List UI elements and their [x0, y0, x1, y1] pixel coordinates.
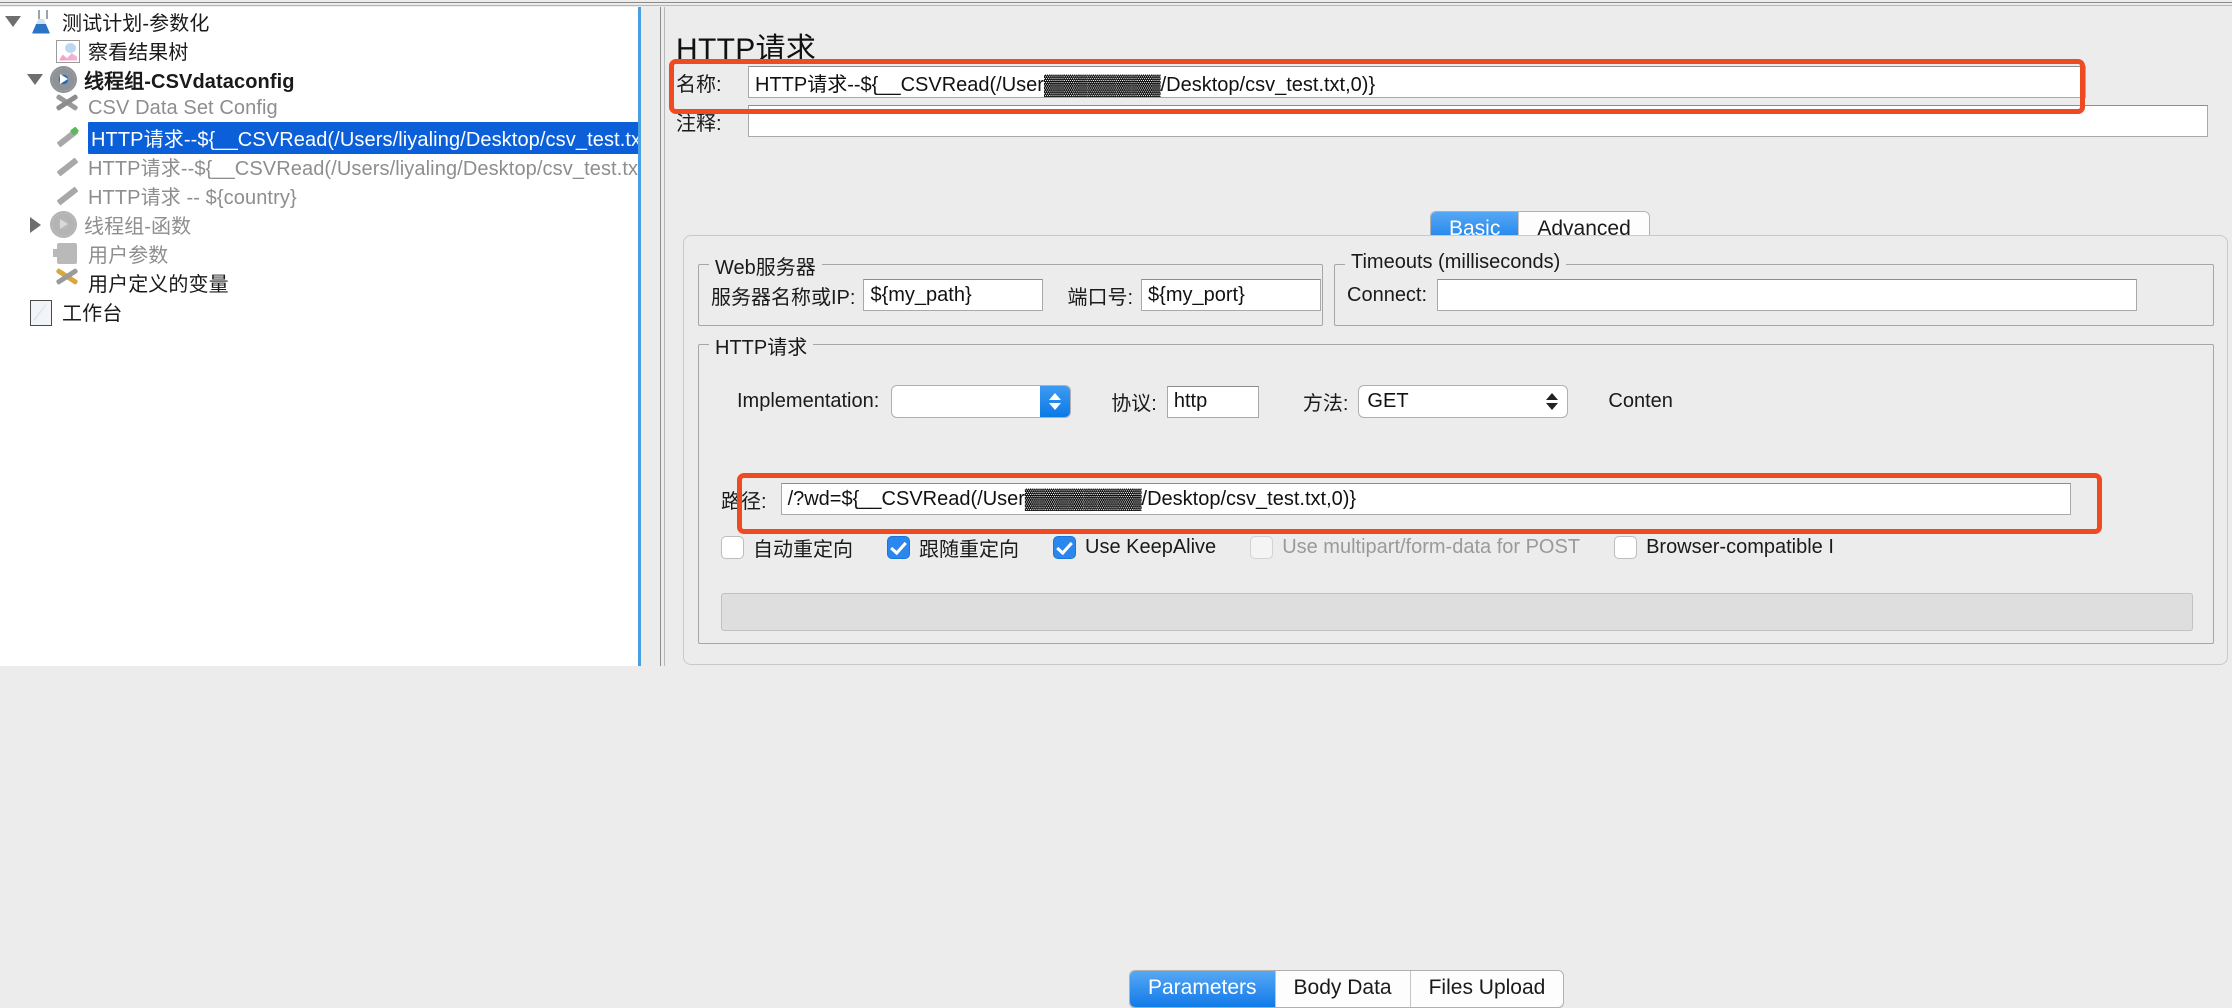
tree-item-label: 线程组-函数 — [84, 216, 192, 238]
basic-tab-content: Web服务器 服务器名称或IP: ${my_path} 端口号: ${my_po… — [683, 235, 2228, 1008]
view-results-tree-icon — [52, 38, 82, 64]
tabs-parameters-body-files[interactable]: Parameters Body Data Files Upload — [1129, 970, 1565, 1008]
method-value: GET — [1367, 390, 1409, 412]
workbench-icon — [26, 299, 56, 326]
config-element-icon — [52, 96, 82, 122]
tree-item-user-defined-variables[interactable]: 用户定义的变量 — [0, 268, 638, 297]
implementation-select[interactable] — [891, 385, 1072, 418]
web-server-group: Web服务器 服务器名称或IP: ${my_path} 端口号: ${my_po… — [698, 251, 1323, 326]
tree-item-label: HTTP请求--${__CSVRead(/Users/liyaling/Desk… — [88, 121, 638, 154]
checkbox-auto-redirect[interactable] — [721, 536, 744, 559]
comment-input[interactable] — [748, 105, 2208, 137]
tree-item-label: 用户参数 — [88, 245, 169, 267]
http-request-editor: HTTP请求 名称: HTTP请求--${__CSVRead(/User▓▓▓▓… — [660, 7, 2232, 1008]
http-sampler-icon — [52, 154, 82, 180]
name-input[interactable]: HTTP请求--${__CSVRead(/User▓▓▓▓▓▓▓▓/Deskto… — [748, 66, 2086, 98]
port-label: 端口号: — [1067, 286, 1134, 309]
comment-field-row: 注释: — [676, 104, 2216, 138]
tree-item-workbench[interactable]: 工作台 — [0, 297, 638, 326]
protocol-label: 协议: — [1111, 393, 1157, 415]
tree-item-label: 察看结果树 — [88, 42, 189, 64]
http-sampler-icon — [52, 125, 82, 151]
path-row: 路径: /?wd=${__CSVRead(/User▓▓▓▓▓▓▓▓/Deskt… — [721, 483, 2071, 515]
tree-item-view-results-tree[interactable]: 察看结果树 — [0, 36, 638, 65]
user-parameters-icon — [52, 241, 82, 267]
tree-item-label: HTTP请求 -- ${country} — [88, 187, 297, 209]
name-label: 名称: — [676, 73, 722, 96]
window-chrome-strip — [0, 0, 2232, 7]
timeouts-fields: Connect: — [1347, 279, 2138, 311]
tree-item-label: 线程组-CSVdataconfig — [84, 71, 295, 93]
port-input[interactable]: ${my_port} — [1141, 279, 1322, 311]
chevron-right-icon[interactable] — [22, 210, 48, 239]
chrome-divider-1 — [0, 2, 2232, 3]
tab-body-data[interactable]: Body Data — [1275, 971, 1411, 1007]
server-name-input[interactable]: ${my_path} — [863, 279, 1044, 311]
tree-item-label: HTTP请求--${__CSVRead(/Users/liyaling/Desk… — [88, 158, 641, 180]
checkbox-browser-compatible[interactable] — [1614, 536, 1638, 559]
tree-item-label: 测试计划-参数化 — [62, 13, 210, 35]
path-label: 路径: — [721, 490, 767, 513]
parameters-table-header[interactable] — [721, 593, 2193, 631]
checkbox-label-browser-compatible: Browser-compatible I — [1646, 536, 1834, 558]
http-options-row: Implementation: 协议: http 方法: GET Conten — [737, 385, 1673, 418]
server-name-label: 服务器名称或IP: — [711, 286, 856, 309]
tree-item-test-plan[interactable]: 测试计划-参数化 — [0, 7, 638, 36]
web-server-fields: 服务器名称或IP: ${my_path} 端口号: ${my_port} — [711, 279, 1322, 311]
tree-item-label: 工作台 — [62, 303, 123, 325]
stepper-icon[interactable] — [1537, 386, 1567, 417]
checkbox-label-follow-redirect: 跟随重定向 — [919, 539, 1019, 561]
tree-item-csv-data-set-config[interactable]: CSV Data Set Config — [0, 94, 638, 123]
flask-icon — [26, 9, 56, 35]
checkbox-label-use-multipart: Use multipart/form-data for POST — [1282, 536, 1581, 558]
tree-item-user-parameters[interactable]: 用户参数 — [0, 239, 638, 268]
http-sampler-icon — [52, 183, 82, 209]
timeouts-group: Timeouts (milliseconds) Connect: — [1334, 251, 2214, 326]
test-plan-tree[interactable]: 测试计划-参数化 察看结果树 线程组-CSVdataconfig CSV Dat… — [0, 7, 641, 666]
tab-parameters[interactable]: Parameters — [1130, 971, 1276, 1007]
checkbox-follow-redirect[interactable] — [887, 536, 910, 559]
http-request-group: HTTP请求 Implementation: 协议: http 方法: GET — [698, 331, 2214, 1008]
chrome-divider-2 — [0, 5, 2232, 6]
checkbox-label-use-keepalive: Use KeepAlive — [1085, 536, 1217, 558]
content-encoding-label: Conten — [1608, 390, 1673, 412]
tree-item-thread-group-csvdataconfig[interactable]: 线程组-CSVdataconfig — [0, 65, 638, 94]
tree-item-label: 用户定义的变量 — [88, 274, 229, 296]
path-input[interactable]: /?wd=${__CSVRead(/User▓▓▓▓▓▓▓▓/Desktop/c… — [780, 483, 2071, 515]
thread-group-icon — [48, 67, 78, 93]
tree-item-http-request-selected[interactable]: HTTP请求--${__CSVRead(/Users/liyaling/Desk… — [0, 121, 638, 154]
name-field-row: 名称: HTTP请求--${__CSVRead(/User▓▓▓▓▓▓▓▓/De… — [676, 65, 2216, 99]
thread-group-icon — [48, 212, 78, 238]
user-defined-variables-icon — [52, 270, 82, 296]
tree-item-http-request-2[interactable]: HTTP请求--${__CSVRead(/Users/liyaling/Desk… — [0, 152, 638, 181]
implementation-label: Implementation: — [737, 390, 880, 412]
protocol-input[interactable]: http — [1166, 385, 1259, 418]
checkbox-use-keepalive[interactable] — [1053, 536, 1076, 559]
web-server-group-title: Web服务器 — [709, 251, 822, 280]
chevron-down-icon[interactable] — [0, 7, 26, 36]
http-request-group-title: HTTP请求 — [709, 331, 814, 360]
checkbox-label-auto-redirect: 自动重定向 — [753, 539, 853, 561]
tree-item-label: CSV Data Set Config — [88, 97, 278, 119]
tab-files-upload[interactable]: Files Upload — [1410, 971, 1564, 1007]
checkbox-use-multipart[interactable] — [1250, 536, 1274, 559]
timeouts-group-title: Timeouts (milliseconds) — [1345, 251, 1567, 274]
http-options-checkbox-row: 自动重定向 跟随重定向 Use KeepAlive Use multipart/… — [721, 533, 1868, 562]
page-title: HTTP请求 — [676, 33, 817, 66]
chevron-down-icon[interactable] — [22, 65, 48, 94]
editor-surface: HTTP请求 名称: HTTP请求--${__CSVRead(/User▓▓▓▓… — [660, 7, 2232, 1008]
method-select[interactable]: GET — [1358, 385, 1569, 418]
comment-label: 注释: — [676, 112, 722, 135]
stepper-icon[interactable] — [1040, 386, 1071, 417]
method-label: 方法: — [1302, 393, 1349, 415]
connect-label: Connect: — [1347, 283, 1428, 306]
jmeter-window: 测试计划-参数化 察看结果树 线程组-CSVdataconfig CSV Dat… — [0, 0, 2232, 1008]
tree-item-http-request-country[interactable]: HTTP请求 -- ${country} — [0, 181, 638, 210]
connect-input[interactable] — [1437, 279, 2138, 311]
tree-item-thread-group-functions[interactable]: 线程组-函数 — [0, 210, 638, 239]
